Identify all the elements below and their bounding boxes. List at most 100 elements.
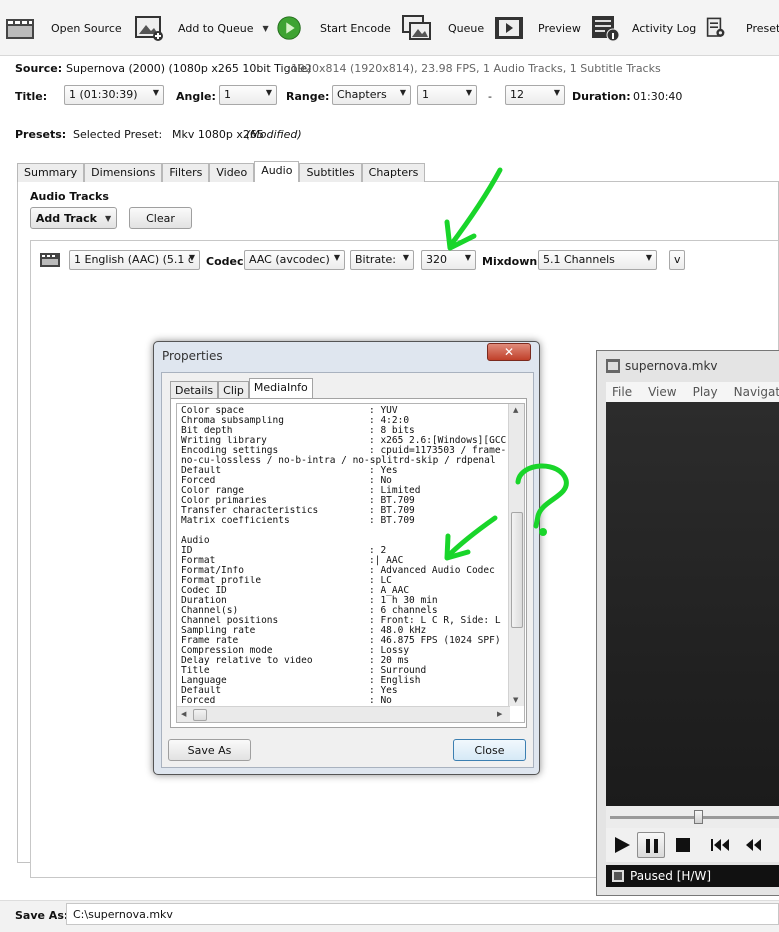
bitrate-mode-select[interactable]: Bitrate: ▼ bbox=[350, 250, 414, 270]
duration-label: Duration: bbox=[572, 90, 631, 103]
chevron-down-icon: ▼ bbox=[265, 88, 272, 97]
activity-log-label: Activity Log bbox=[632, 21, 697, 35]
save-as-button[interactable]: Save As bbox=[168, 739, 251, 761]
drag-handle-icon[interactable] bbox=[40, 253, 60, 267]
track-options-button[interactable]: v bbox=[669, 250, 685, 270]
mediainfo-row: Default: Yes bbox=[181, 686, 511, 696]
video-area[interactable] bbox=[606, 402, 779, 806]
skip-back-icon[interactable] bbox=[711, 838, 731, 852]
range-end-select[interactable]: 12 ▼ bbox=[505, 85, 565, 105]
mediainfo-row: Channel positions: Front: L C R, Side: L bbox=[181, 616, 511, 626]
tab-subtitles[interactable]: Subtitles bbox=[299, 163, 362, 182]
presets-button[interactable]: Presets bbox=[706, 10, 779, 46]
scrollbar-thumb[interactable] bbox=[511, 512, 523, 628]
range-dash: - bbox=[488, 90, 492, 103]
title-select-value: 1 (01:30:39) bbox=[69, 88, 138, 101]
pause-button[interactable] bbox=[637, 832, 665, 858]
mediainfo-key: Title bbox=[181, 666, 210, 676]
seek-bar[interactable] bbox=[606, 806, 779, 828]
tab-mediainfo[interactable]: MediaInfo bbox=[248, 378, 313, 399]
add-to-queue-button[interactable]: Add to Queue ▼ bbox=[134, 10, 269, 46]
add-track-button[interactable]: Add Track ▼ bbox=[30, 207, 117, 229]
chevron-down-icon: ▼ bbox=[399, 88, 406, 97]
player-controls bbox=[606, 828, 779, 862]
rewind-icon[interactable] bbox=[745, 838, 763, 852]
add-to-queue-label: Add to Queue bbox=[178, 21, 254, 35]
tab-chapters[interactable]: Chapters bbox=[361, 163, 426, 182]
menu-navigate[interactable]: Navigate bbox=[734, 385, 779, 399]
chevron-down-icon: ▼ bbox=[188, 253, 195, 262]
angle-select[interactable]: 1 ▼ bbox=[219, 85, 277, 105]
scroll-down-icon[interactable]: ▼ bbox=[513, 696, 518, 704]
chevron-down-icon[interactable]: ▼ bbox=[262, 24, 268, 33]
seek-handle[interactable] bbox=[694, 810, 703, 824]
tab-clip[interactable]: Clip bbox=[218, 381, 249, 399]
title-select[interactable]: 1 (01:30:39) ▼ bbox=[64, 85, 164, 105]
tab-audio[interactable]: Audio bbox=[254, 161, 300, 182]
range-start-value: 1 bbox=[422, 88, 429, 101]
clear-button[interactable]: Clear bbox=[129, 207, 192, 229]
mediainfo-key: Matrix coefficients bbox=[181, 516, 290, 526]
close-label: Close bbox=[474, 743, 505, 757]
mediainfo-row: Forced: No bbox=[181, 696, 511, 705]
preview-button[interactable]: Preview bbox=[494, 10, 581, 46]
scroll-right-icon[interactable]: ▶ bbox=[497, 710, 502, 718]
stop-icon[interactable] bbox=[675, 837, 691, 853]
mixdown-select[interactable]: 5.1 Channels ▼ bbox=[538, 250, 657, 270]
dialog-tabs: Details Clip MediaInfo bbox=[170, 378, 313, 399]
angle-label: Angle: bbox=[176, 90, 216, 103]
media-player-window: supernova.mkv File View Play Navigate Pa… bbox=[596, 350, 779, 896]
scroll-up-icon[interactable]: ▲ bbox=[513, 406, 518, 414]
mediainfo-key: Frame rate bbox=[181, 636, 239, 646]
presets-gear-icon bbox=[706, 17, 725, 37]
mediainfo-key: Bit depth bbox=[181, 426, 233, 436]
horizontal-scrollbar[interactable]: ◀ ▶ bbox=[177, 706, 510, 722]
mediainfo-key: Writing library bbox=[181, 436, 267, 446]
mediainfo-row: Audio bbox=[181, 536, 511, 546]
queue-button[interactable]: Queue bbox=[402, 10, 484, 46]
chevron-down-icon: ▼ bbox=[402, 253, 409, 262]
bitrate-select[interactable]: 320 ▼ bbox=[421, 250, 476, 270]
tab-filters[interactable]: Filters bbox=[162, 163, 210, 182]
play-icon[interactable] bbox=[612, 835, 632, 855]
menu-file[interactable]: File bbox=[612, 385, 632, 399]
source-label: Source: bbox=[15, 62, 63, 75]
open-source-button[interactable]: Open Source bbox=[5, 10, 122, 46]
save-as-row-label: Save As: bbox=[15, 909, 69, 922]
menu-view[interactable]: View bbox=[648, 385, 676, 399]
mediainfo-key: Channel positions bbox=[181, 616, 279, 626]
menu-play[interactable]: Play bbox=[693, 385, 718, 399]
destination-path-input[interactable]: C:\supernova.mkv bbox=[66, 903, 779, 925]
range-end-value: 12 bbox=[510, 88, 524, 101]
scrollbar-thumb[interactable] bbox=[193, 709, 207, 721]
close-button[interactable]: Close bbox=[453, 739, 526, 761]
dialog-close-x-button[interactable]: ✕ bbox=[487, 343, 531, 361]
range-mode-select[interactable]: Chapters ▼ bbox=[332, 85, 411, 105]
start-encode-button[interactable]: Start Encode bbox=[276, 10, 391, 46]
range-start-select[interactable]: 1 ▼ bbox=[417, 85, 477, 105]
tab-summary[interactable]: Summary bbox=[17, 163, 85, 182]
player-app-icon bbox=[606, 359, 620, 373]
mediainfo-row bbox=[181, 526, 511, 536]
film-clapper-icon bbox=[6, 19, 34, 39]
dialog-title: Properties bbox=[162, 349, 223, 363]
vertical-scrollbar[interactable]: ▲ ▼ bbox=[508, 404, 524, 706]
angle-select-value: 1 bbox=[224, 88, 231, 101]
mediainfo-key: Format profile bbox=[181, 576, 262, 586]
scroll-left-icon[interactable]: ◀ bbox=[181, 710, 186, 718]
audio-track-select[interactable]: 1 English (AAC) (5.1 c ▼ bbox=[69, 250, 200, 270]
mediainfo-row: Compression mode: Lossy bbox=[181, 646, 511, 656]
mediainfo-textbox[interactable]: Color space: YUV Chroma subsampling: 4:2:… bbox=[176, 403, 525, 723]
tab-details[interactable]: Details bbox=[170, 381, 219, 399]
start-encode-label: Start Encode bbox=[320, 21, 391, 35]
tab-dimensions[interactable]: Dimensions bbox=[84, 163, 163, 182]
mediainfo-key: Chroma subsampling bbox=[181, 416, 284, 426]
mediainfo-key: ID bbox=[181, 546, 193, 556]
codec-select[interactable]: AAC (avcodec) ▼ bbox=[244, 250, 345, 270]
activity-log-button[interactable]: Activity Log bbox=[590, 10, 696, 46]
source-name: Supernova (2000) (1080p x265 10bit Tigol… bbox=[66, 62, 312, 75]
tab-video[interactable]: Video bbox=[209, 163, 255, 182]
mediainfo-row: Frame rate: 46.875 FPS (1024 SPF) bbox=[181, 636, 511, 646]
add-image-icon bbox=[135, 16, 163, 41]
mediainfo-row: Delay relative to video: 20 ms bbox=[181, 656, 511, 666]
